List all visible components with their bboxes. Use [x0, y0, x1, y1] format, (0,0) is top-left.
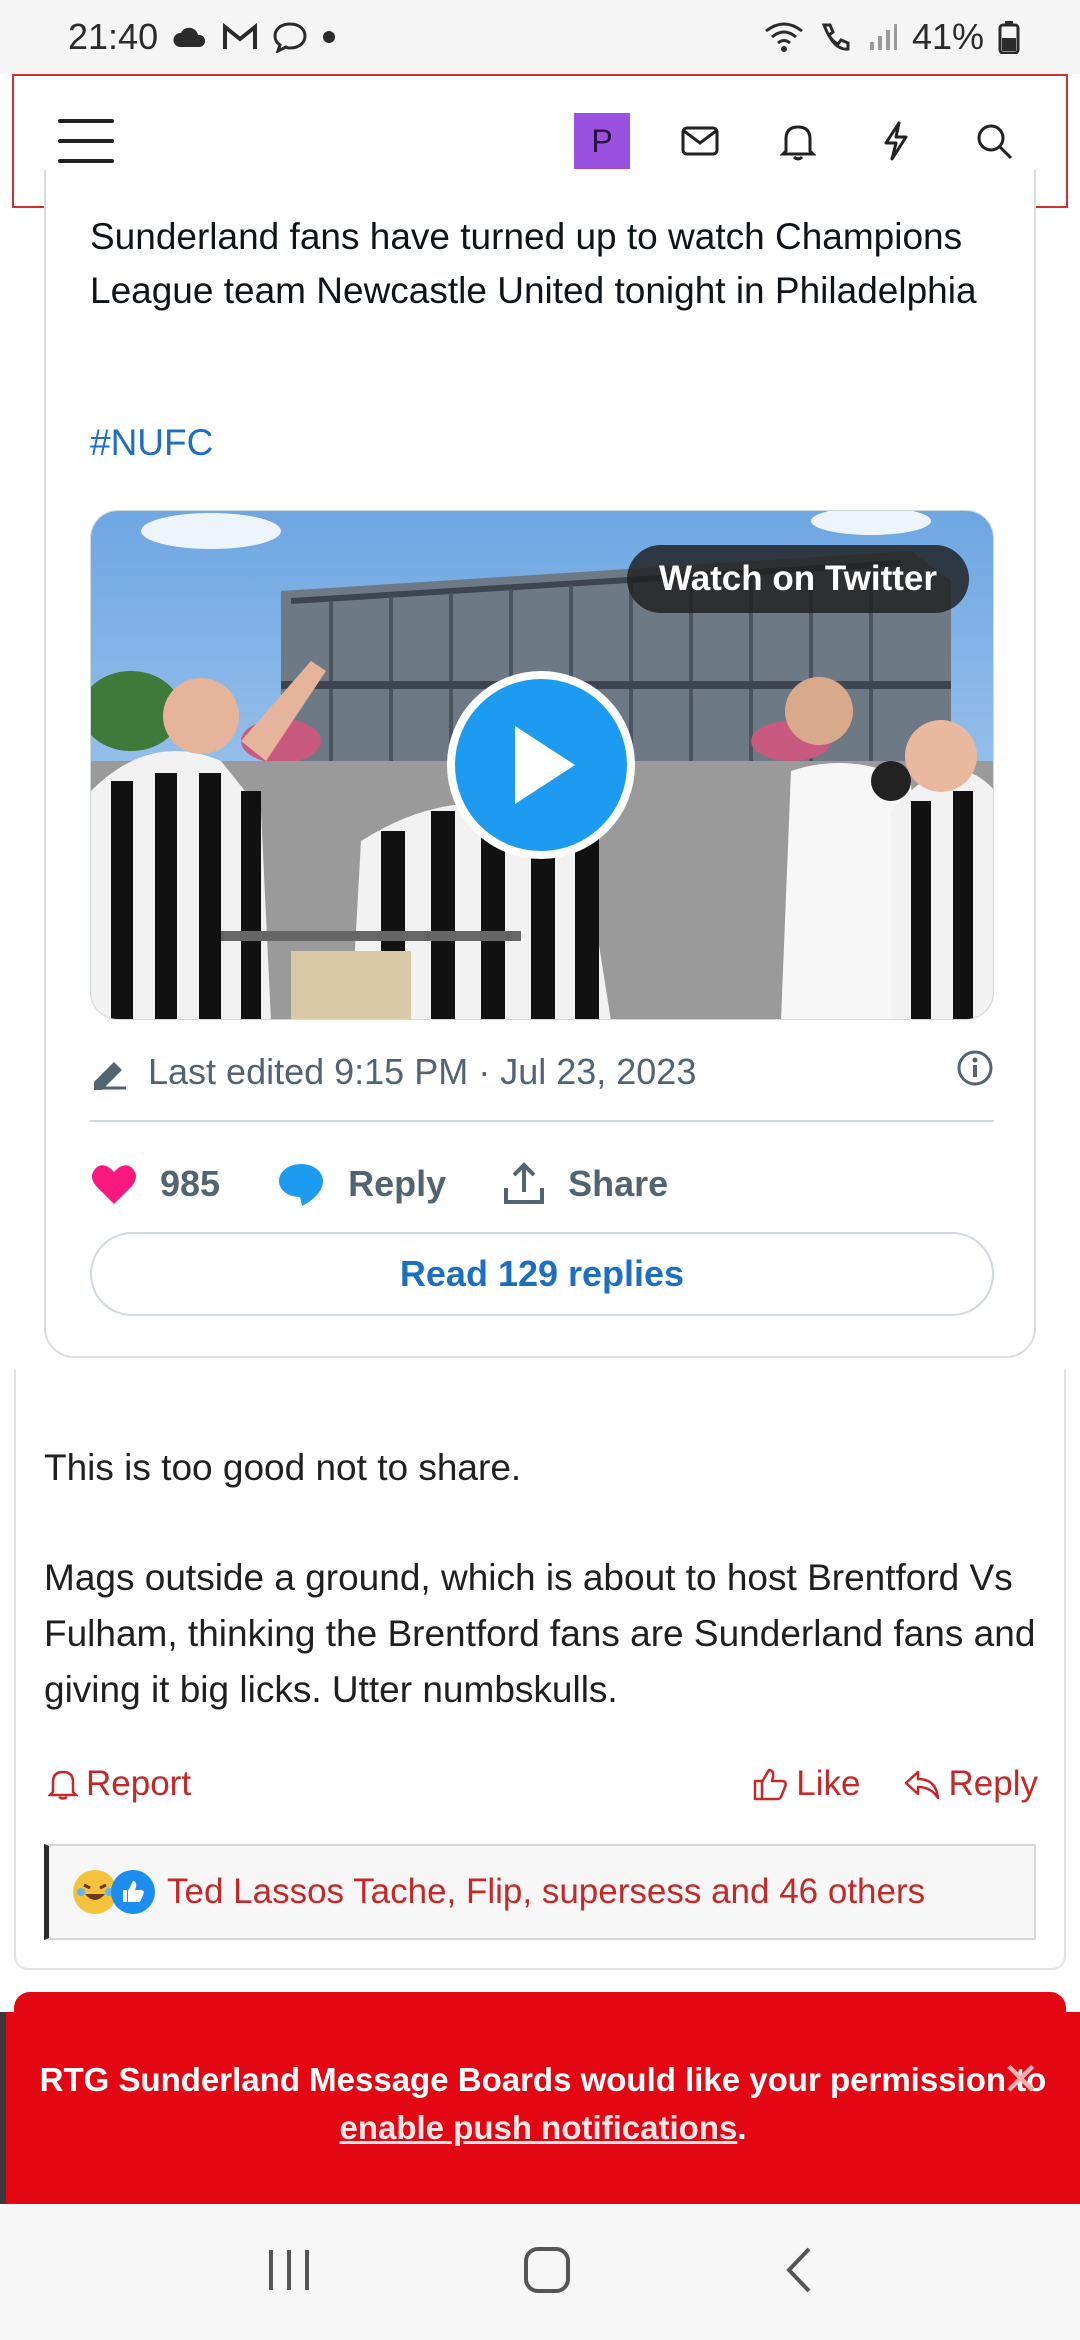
thumbs-up-icon	[754, 1768, 788, 1801]
dot-icon	[322, 30, 336, 44]
status-right: 41%	[764, 16, 1020, 58]
menu-icon[interactable]	[58, 119, 114, 163]
reply-button[interactable]: Reply	[903, 1764, 1038, 1804]
post-paragraph-2: Mags outside a ground, which is about to…	[44, 1557, 1036, 1710]
speech-bubble-icon	[279, 1164, 324, 1206]
tweet-text: Sunderland fans have turned up to watch …	[90, 216, 977, 311]
header-icons: P	[574, 113, 1022, 169]
post-paragraph-1: This is too good not to share.	[44, 1447, 522, 1488]
pencil-icon	[90, 1054, 130, 1090]
post-body: This is too good not to share. Mags outs…	[44, 1440, 1044, 1772]
reaction-icons	[73, 1870, 155, 1914]
reactions-bar[interactable]: Ted Lassos Tache, Flip, supersess and 46…	[44, 1844, 1036, 1940]
battery-percent: 41%	[911, 16, 984, 57]
heart-icon	[92, 1165, 136, 1204]
battery-icon	[998, 20, 1020, 54]
edited-row: Last edited 9:15 PM · Jul 23, 2023	[90, 1042, 994, 1102]
enable-push-link[interactable]: enable push notifications	[339, 2109, 737, 2146]
home-icon[interactable]	[522, 2245, 572, 2300]
reactions-text[interactable]: Ted Lassos Tache, Flip, supersess and 46…	[167, 1872, 925, 1912]
search-icon[interactable]	[966, 113, 1022, 169]
status-bar: 21:40 41%	[0, 0, 1080, 74]
thumbs-up-reaction-icon	[111, 1870, 155, 1914]
status-time: 21:40	[68, 16, 159, 57]
hashtag-link[interactable]: #NUFC	[90, 422, 213, 464]
report-button[interactable]: Report	[48, 1764, 191, 1804]
like-label: Like	[796, 1764, 861, 1803]
recent-apps-icon[interactable]	[265, 2248, 313, 2297]
back-icon[interactable]	[781, 2245, 815, 2300]
play-icon	[515, 726, 575, 804]
like-count: 985	[160, 1163, 221, 1204]
tweet-like-button[interactable]: 985	[90, 1162, 220, 1206]
close-icon[interactable]: ✕	[1001, 2056, 1040, 2102]
notify-text: RTG Sunderland Message Boards would like…	[39, 2061, 1047, 2098]
cloud-icon	[172, 25, 208, 49]
call-icon	[818, 21, 854, 53]
tweet-reply-label: Reply	[348, 1163, 447, 1204]
mail-icon[interactable]	[672, 113, 728, 169]
reply-arrow-icon	[904, 1770, 939, 1800]
chat-bubble-icon	[272, 21, 308, 53]
tweet-reply-button[interactable]: Reply	[276, 1161, 446, 1207]
tweet-video[interactable]: Watch on Twitter	[90, 510, 994, 1020]
status-left: 21:40	[68, 16, 336, 58]
last-edited-text: Last edited 9:15 PM · Jul 23, 2023	[148, 1051, 697, 1092]
tweet-share-label: Share	[568, 1163, 669, 1204]
play-button[interactable]	[447, 671, 635, 859]
notify-text-end: .	[737, 2109, 747, 2146]
post-actions-right: Like Reply	[752, 1764, 1038, 1804]
divider	[90, 1120, 994, 1122]
push-notification-banner: RTG Sunderland Message Boards would like…	[0, 2012, 1080, 2204]
read-replies-button[interactable]: Read 129 replies	[90, 1232, 994, 1316]
gmail-icon	[222, 23, 258, 51]
post-actions: Report Like Reply	[48, 1754, 1038, 1814]
lightning-icon[interactable]	[868, 113, 924, 169]
like-button[interactable]: Like	[752, 1764, 861, 1804]
system-nav-bar	[0, 2204, 1080, 2340]
tweet-share-button[interactable]: Share	[502, 1162, 668, 1206]
wifi-icon	[764, 21, 804, 53]
tweet-actions: 985 Reply Share	[90, 1144, 994, 1224]
reply-label: Reply	[948, 1764, 1038, 1803]
bell-icon	[48, 1770, 78, 1800]
bell-icon[interactable]	[770, 113, 826, 169]
signal-icon	[868, 22, 898, 52]
info-icon[interactable]	[956, 1049, 994, 1096]
report-label: Report	[86, 1764, 192, 1803]
tweet-embed: Sunderland fans have turned up to watch …	[44, 170, 1036, 1358]
watch-on-twitter-button[interactable]: Watch on Twitter	[626, 545, 969, 613]
share-icon	[504, 1162, 545, 1204]
avatar[interactable]: P	[574, 113, 630, 169]
